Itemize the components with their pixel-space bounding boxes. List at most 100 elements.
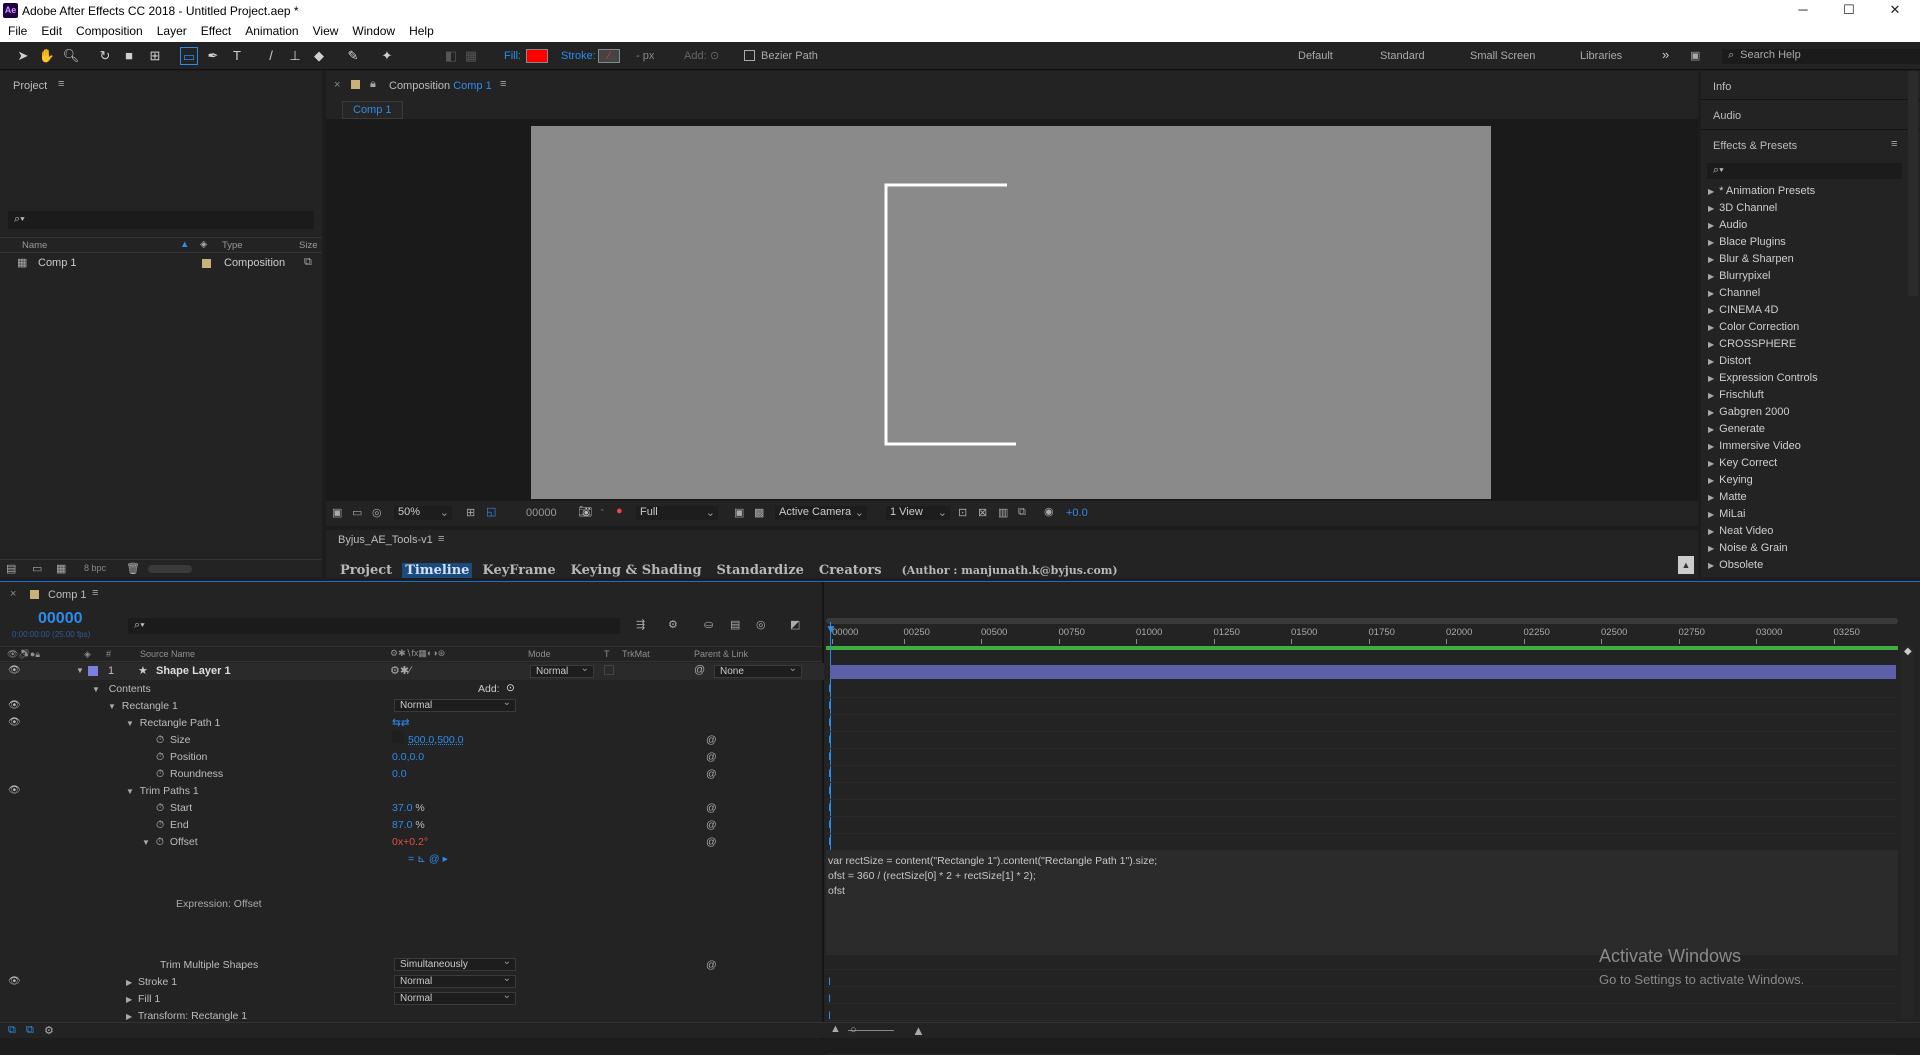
col-size[interactable]: Size — [299, 240, 317, 251]
stopwatch-icon[interactable]: ⏱︎ — [156, 768, 164, 780]
workspace-layout-icon[interactable]: ▣ — [1690, 49, 1700, 62]
rectangle-group[interactable]: ▼ Rectangle 1 — [108, 698, 178, 714]
snapping-icon[interactable]: ◧ — [442, 47, 460, 65]
effect-category-item[interactable]: * Animation Presets — [1708, 183, 1815, 200]
timeline-current-time[interactable]: 00000 — [38, 610, 83, 628]
panel-menu-icon[interactable]: ≡ — [500, 78, 506, 90]
menu-effect[interactable]: Effect — [193, 22, 237, 38]
constrain-proportions-icon[interactable] — [392, 731, 404, 743]
audio-panel-tab[interactable]: Audio — [1713, 110, 1741, 122]
visibility-eye-icon[interactable]: 👁︎ — [8, 785, 22, 797]
shy-layers-icon[interactable]: ⛀ — [704, 618, 713, 631]
thumbnail-scroll[interactable] — [148, 565, 192, 573]
scroll-up-icon[interactable]: ▲ — [1678, 556, 1694, 574]
toggle-modes-icon[interactable]: ⧉ — [26, 1024, 34, 1037]
menu-window[interactable]: Window — [344, 22, 401, 38]
zoom-handle-icon[interactable]: ◆ — [1904, 646, 1912, 657]
roto-brush-tool-icon[interactable]: ✎ — [344, 47, 362, 65]
motion-blur-icon[interactable]: ◎ — [756, 618, 766, 631]
panel-menu-icon[interactable]: ≡ — [92, 587, 98, 599]
visibility-eye-icon[interactable]: 👁︎ — [8, 717, 22, 729]
view-layout-dropdown[interactable]: 1 View ⌄ — [886, 506, 950, 520]
zoom-out-icon[interactable]: ▲ — [830, 1023, 841, 1035]
tool-tab-keying-shading[interactable]: Keying & Shading — [571, 563, 702, 578]
close-panel-icon[interactable]: × — [10, 588, 16, 600]
exposure-value[interactable]: +0.0 — [1066, 507, 1088, 519]
effect-category-item[interactable]: MiLai — [1708, 506, 1745, 523]
layer-switches-icons[interactable]: ⚙✱∕ — [390, 664, 411, 677]
offset-value-expression[interactable]: 0x+0.2° — [392, 834, 428, 850]
fill-group[interactable]: ▶ Fill 1 — [126, 991, 160, 1007]
add-shape-icon[interactable]: ⊙ — [506, 680, 515, 696]
layer-row[interactable]: 👁︎ ▼ 1 ★ Shape Layer 1 ⚙✱∕ Normal @ None — [0, 663, 824, 680]
timeline-search-input[interactable]: ⌕▾ — [128, 618, 620, 634]
bezier-path-checkbox[interactable] — [744, 50, 755, 61]
flowchart-icon[interactable]: ⧉ — [304, 256, 312, 269]
type-tool-icon[interactable]: T — [228, 47, 246, 65]
offset-pickwhip-icon[interactable]: @ — [706, 834, 717, 850]
vr-icon[interactable]: ◎ — [372, 506, 382, 519]
trash-icon[interactable]: 🗑︎ — [126, 562, 140, 575]
layer-name[interactable]: Shape Layer 1 — [156, 665, 231, 677]
position-value[interactable]: 0.0,0.0 — [392, 749, 424, 765]
close-button[interactable]: ✕ — [1872, 0, 1918, 22]
expression-controls-icons[interactable]: =⊾@▸ — [408, 851, 451, 867]
timeline-scrollbar[interactable] — [1901, 646, 1913, 1018]
trim-multiple-pickwhip-icon[interactable]: @ — [706, 957, 717, 973]
effect-category-item[interactable]: Color Correction — [1708, 319, 1799, 336]
graph-editor-icon[interactable]: ◩ — [790, 618, 800, 631]
effect-category-item[interactable]: Blur & Sharpen — [1708, 251, 1794, 268]
tool-tab-timeline[interactable]: Timeline — [402, 563, 473, 578]
menu-help[interactable]: Help — [401, 22, 440, 38]
layer-duration-bar[interactable] — [830, 665, 1896, 679]
more-workspaces-icon[interactable]: » — [1662, 47, 1669, 62]
lock-icon[interactable]: 🔒︎ — [370, 78, 376, 91]
toggle-pixel-aspect-icon[interactable]: ⊡ — [958, 506, 967, 519]
project-item-row[interactable]: ▦ Comp 1 Composition ⧉ — [0, 255, 322, 272]
panel-menu-icon[interactable]: ≡ — [1891, 138, 1897, 150]
end-value[interactable]: 87.0 % — [392, 817, 425, 833]
effect-category-item[interactable]: Blace Plugins — [1708, 234, 1786, 251]
position-pickwhip-icon[interactable]: @ — [706, 749, 717, 765]
pickwhip-icon[interactable]: @ — [694, 664, 705, 676]
always-preview-icon[interactable]: ▣ — [332, 506, 342, 519]
reset-exposure-icon[interactable]: ◉ — [1044, 505, 1054, 518]
timeline-icon[interactable]: ▥ — [998, 506, 1008, 519]
roundness-pickwhip-icon[interactable]: @ — [706, 766, 717, 782]
stopwatch-icon[interactable]: ⏱︎ — [156, 734, 164, 746]
maximize-button[interactable]: ☐ — [1826, 0, 1872, 22]
rectangle-blend-mode-dropdown[interactable]: Normal — [394, 697, 516, 712]
workspace-libraries[interactable]: Libraries — [1580, 50, 1622, 62]
project-search-input[interactable]: ⌕▾ — [8, 211, 314, 229]
eraser-tool-icon[interactable]: ◆ — [310, 47, 328, 65]
menu-file[interactable]: File — [0, 22, 33, 38]
monitor-icon[interactable]: ▭ — [352, 506, 362, 519]
visibility-eye-icon[interactable]: 👁︎ — [8, 665, 22, 677]
flowchart-icon[interactable]: ⧉ — [1018, 506, 1026, 519]
zoom-tool-icon[interactable]: 🔍︎ — [62, 47, 80, 65]
label-color-swatch[interactable] — [202, 259, 211, 268]
fill-color-swatch[interactable] — [526, 49, 548, 63]
puppet-pin-tool-icon[interactable]: ✦ — [378, 47, 396, 65]
minimize-button[interactable]: ─ — [1780, 0, 1826, 22]
end-pickwhip-icon[interactable]: @ — [706, 817, 717, 833]
effects-search-input[interactable]: ⌕▾ — [1707, 163, 1902, 179]
close-panel-icon[interactable]: × — [334, 79, 340, 91]
stroke-width-value[interactable]: - px — [636, 50, 654, 62]
camera-tool-icon[interactable]: ■ — [120, 47, 138, 65]
comp-viewer[interactable] — [326, 119, 1698, 501]
brush-tool-icon[interactable]: / — [262, 47, 280, 65]
tool-tab-creators[interactable]: Creators — [819, 563, 882, 578]
effect-category-item[interactable]: CINEMA 4D — [1708, 302, 1778, 319]
size-pickwhip-icon[interactable]: @ — [706, 732, 717, 748]
expand-triangle-icon[interactable]: ▼ — [142, 838, 150, 847]
start-value[interactable]: 37.0 % — [392, 800, 425, 816]
roundness-value[interactable]: 0.0 — [392, 766, 407, 782]
path-direction-icons[interactable]: ⇆⇄ — [392, 715, 410, 731]
effect-category-item[interactable]: Blurrypixel — [1708, 268, 1770, 285]
effect-category-item[interactable]: Channel — [1708, 285, 1760, 302]
tool-tab-keyframe[interactable]: KeyFrame — [482, 563, 555, 578]
frame-blending-icon[interactable]: ▤ — [730, 618, 740, 631]
fast-previews-icon[interactable]: ⊠ — [978, 506, 987, 519]
channel-icon[interactable]: ● — [616, 505, 623, 517]
